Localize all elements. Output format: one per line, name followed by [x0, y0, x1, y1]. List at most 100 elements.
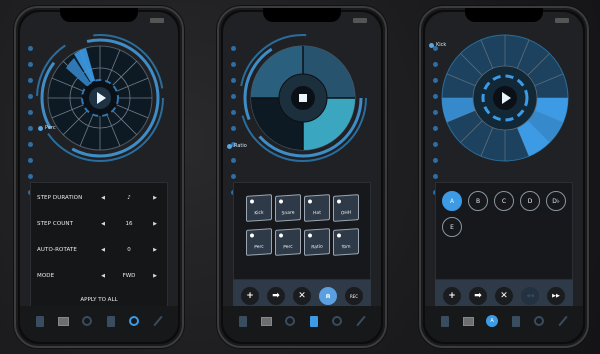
battery-icon: [353, 18, 367, 23]
bell-button[interactable]: ⍝: [319, 287, 337, 305]
drum-pad[interactable]: OHH: [333, 194, 359, 222]
add-button[interactable]: +: [443, 287, 461, 305]
close-button[interactable]: ✕: [495, 287, 513, 305]
track-dot[interactable]: [28, 94, 33, 99]
tab-edit[interactable]: [152, 314, 164, 328]
track-label[interactable]: Ratio: [227, 143, 247, 149]
track-dot[interactable]: [28, 142, 33, 147]
pattern-button[interactable]: D♭: [546, 191, 566, 211]
tab-circle[interactable]: [284, 314, 296, 328]
pads-icon: [511, 315, 520, 327]
pattern-button[interactable]: C: [494, 191, 514, 211]
track-dot[interactable]: [28, 110, 33, 115]
screen: Kick A B C D D♭ E + ➡ ✕ ◀◀ ▶▶ A: [425, 12, 583, 342]
pattern-button[interactable]: D: [520, 191, 540, 211]
sequencer-dial[interactable]: [439, 32, 571, 164]
track-dot[interactable]: [28, 46, 33, 51]
track-dot[interactable]: [28, 126, 33, 131]
tab-pads[interactable]: [510, 314, 522, 328]
pattern-button[interactable]: B: [468, 191, 488, 211]
drum-pad[interactable]: Snare: [275, 194, 301, 222]
decrease-arrow-icon[interactable]: ◀: [99, 273, 107, 279]
track-label[interactable]: Kick: [429, 42, 446, 48]
track-dot[interactable]: [433, 110, 438, 115]
tab-document[interactable]: [34, 314, 46, 328]
forward-button[interactable]: ▶▶: [547, 287, 565, 305]
tab-circle[interactable]: [81, 314, 93, 328]
next-button[interactable]: ➡: [469, 287, 487, 305]
drum-pad[interactable]: Tom: [333, 228, 359, 256]
increase-arrow-icon[interactable]: ▶: [151, 195, 159, 201]
track-dot[interactable]: [231, 110, 236, 115]
tab-settings[interactable]: [331, 314, 343, 328]
sequencer-dial[interactable]: [34, 32, 166, 164]
drum-pad[interactable]: Perc: [275, 228, 301, 256]
pattern-button[interactable]: E: [442, 217, 462, 237]
track-dot[interactable]: [28, 78, 33, 83]
pen-icon: [153, 315, 163, 327]
track-label[interactable]: Perc: [38, 125, 56, 131]
track-dot[interactable]: [28, 174, 33, 179]
close-button[interactable]: ✕: [293, 287, 311, 305]
pattern-button[interactable]: A: [442, 191, 462, 211]
track-dot[interactable]: [231, 174, 236, 179]
tab-edit[interactable]: [557, 314, 569, 328]
drum-pad[interactable]: Hat: [304, 194, 330, 222]
tab-image[interactable]: [57, 314, 69, 328]
drum-pad[interactable]: Perc: [246, 228, 272, 256]
tab-image[interactable]: [260, 314, 272, 328]
next-button[interactable]: ➡: [267, 287, 285, 305]
tab-settings[interactable]: [533, 314, 545, 328]
pattern-label: A: [449, 197, 455, 205]
decrease-arrow-icon[interactable]: ◀: [99, 247, 107, 253]
decrease-arrow-icon[interactable]: ◀: [99, 195, 107, 201]
track-dot[interactable]: [433, 158, 438, 163]
track-dot[interactable]: [231, 94, 236, 99]
pattern-tab-label: A: [490, 318, 494, 324]
pads-icon: [106, 315, 115, 327]
add-icon: +: [448, 291, 456, 301]
tab-image[interactable]: [462, 314, 474, 328]
increase-arrow-icon[interactable]: ▶: [151, 247, 159, 253]
setting-row: MODE ◀ FWD ▶: [37, 269, 161, 283]
tab-document[interactable]: [439, 314, 451, 328]
track-dot[interactable]: [433, 174, 438, 179]
increase-arrow-icon[interactable]: ▶: [151, 273, 159, 279]
document-icon: [238, 315, 247, 327]
track-dot[interactable]: [433, 94, 438, 99]
setting-row: AUTO-ROTATE ◀ 0 ▶: [37, 243, 161, 257]
phone-pads: Ratio Kick Snare Hat OHH Perc Perc Ratio…: [217, 6, 387, 348]
image-icon: [462, 316, 474, 326]
tab-pattern[interactable]: A: [486, 314, 499, 328]
apply-to-all-button[interactable]: APPLY TO ALL: [31, 297, 167, 303]
dial-graphic: [36, 34, 164, 162]
track-dot[interactable]: [231, 126, 236, 131]
tab-pads[interactable]: [308, 314, 320, 328]
drum-pad[interactable]: Ratio: [304, 228, 330, 256]
track-dot[interactable]: [231, 62, 236, 67]
pad-label: Kick: [254, 210, 264, 217]
battery-icon: [555, 18, 569, 23]
record-button[interactable]: REC: [345, 287, 363, 305]
image-icon: [57, 316, 69, 326]
track-dot[interactable]: [231, 78, 236, 83]
tab-pads[interactable]: [105, 314, 117, 328]
sequencer-dial[interactable]: [237, 32, 369, 164]
tab-document[interactable]: [237, 314, 249, 328]
decrease-arrow-icon[interactable]: ◀: [99, 221, 107, 227]
track-dot[interactable]: [28, 158, 33, 163]
tab-settings[interactable]: [128, 314, 140, 328]
add-button[interactable]: +: [241, 287, 259, 305]
track-dot[interactable]: [231, 158, 236, 163]
increase-arrow-icon[interactable]: ▶: [151, 221, 159, 227]
track-label-text: Perc: [45, 125, 56, 131]
track-dot[interactable]: [433, 78, 438, 83]
rewind-button[interactable]: ◀◀: [521, 287, 539, 305]
track-dot[interactable]: [231, 46, 236, 51]
track-dot[interactable]: [433, 126, 438, 131]
drum-pad[interactable]: Kick: [246, 194, 272, 222]
tab-edit[interactable]: [355, 314, 367, 328]
track-dot[interactable]: [433, 142, 438, 147]
track-dot[interactable]: [433, 62, 438, 67]
track-dot[interactable]: [28, 62, 33, 67]
